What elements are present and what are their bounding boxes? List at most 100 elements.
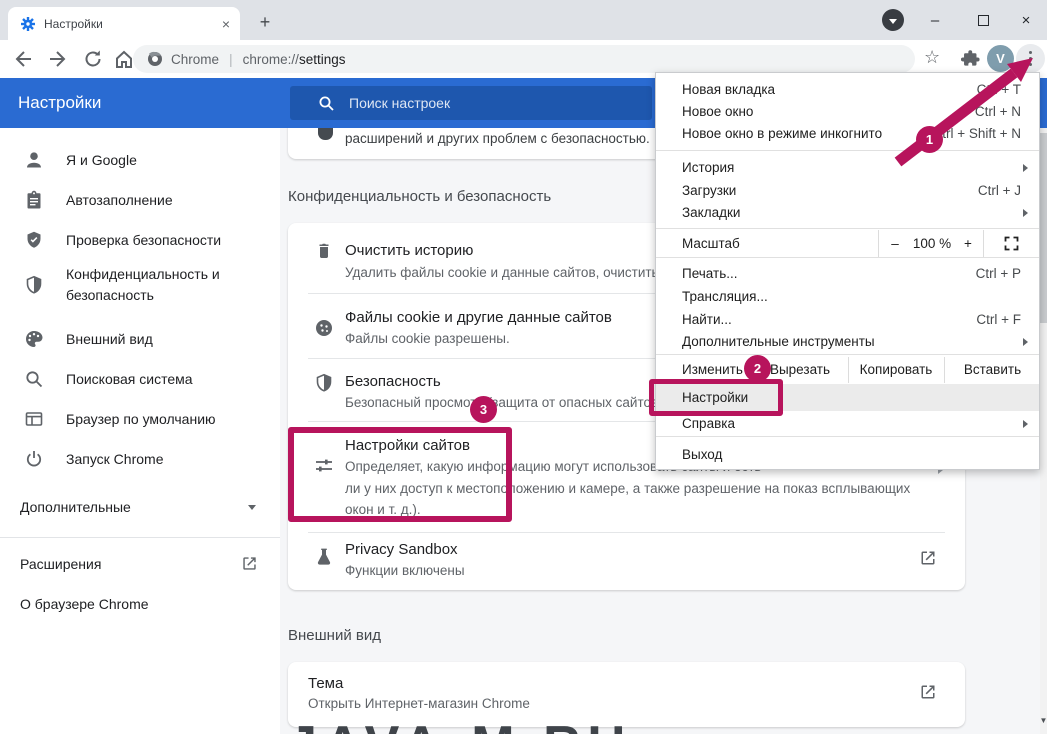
- zoom-out-button[interactable]: –: [886, 230, 904, 257]
- extensions-puzzle-icon[interactable]: [961, 49, 983, 71]
- fullscreen-icon[interactable]: [1004, 236, 1019, 251]
- row-subtitle: Файлы cookie разрешены.: [345, 331, 510, 346]
- row-title: Файлы cookie и другие данные сайтов: [345, 309, 612, 326]
- flask-icon: [314, 547, 336, 567]
- person-icon: [24, 150, 44, 170]
- chrome-logo-icon: [147, 51, 163, 67]
- divider: [656, 228, 1039, 229]
- menu-item-new-window[interactable]: Новое окноCtrl + N: [656, 101, 1039, 123]
- dot-icon: [1029, 63, 1033, 67]
- menu-item-exit[interactable]: Выход: [656, 444, 1039, 466]
- menu-item-history[interactable]: История: [656, 157, 1039, 179]
- trash-icon: [314, 240, 336, 260]
- row-title: Тема: [308, 675, 343, 692]
- window-maximize-button[interactable]: [962, 0, 1004, 40]
- sidebar-item-about-chrome[interactable]: О браузере Chrome: [0, 584, 280, 624]
- menu-item-help[interactable]: Справка: [656, 413, 1039, 435]
- highlight-rect-menu-settings: [649, 379, 783, 416]
- zoom-in-button[interactable]: +: [959, 230, 977, 257]
- bookmark-star-icon[interactable]: ☆: [924, 47, 940, 68]
- new-tab-button[interactable]: +: [252, 10, 278, 36]
- search-icon: [24, 369, 44, 389]
- settings-gear-favicon-icon: [20, 16, 36, 32]
- menu-item-print[interactable]: Печать...Ctrl + P: [656, 263, 1039, 285]
- tab-close-icon[interactable]: ×: [222, 17, 230, 31]
- sidebar-item-default-browser[interactable]: Браузер по умолчанию: [0, 399, 280, 439]
- maximize-icon: [978, 15, 989, 26]
- row-subtitle: Открыть Интернет-магазин Chrome: [308, 696, 530, 711]
- clipboard-icon: [24, 190, 44, 210]
- open-in-new-icon: [918, 682, 938, 702]
- row-title: Privacy Sandbox: [345, 541, 458, 558]
- watermark: JAVA-M.RU: [288, 716, 848, 734]
- cookie-icon: [314, 318, 336, 338]
- url-host: settings: [299, 52, 346, 67]
- home-icon[interactable]: [113, 48, 135, 70]
- menu-item-more-tools[interactable]: Дополнительные инструменты: [656, 331, 1039, 353]
- sidebar-item-extensions[interactable]: Расширения: [0, 544, 280, 584]
- step-badge-3: 3: [470, 396, 497, 423]
- safety-check-text: расширений и других проблем с безопаснос…: [345, 131, 650, 146]
- shield-half-icon: [24, 275, 44, 295]
- safety-check-shield-icon: [318, 126, 333, 140]
- zoom-value: 100 %: [906, 230, 958, 257]
- dot-icon: [1029, 51, 1033, 55]
- menu-item-copy[interactable]: Копировать: [848, 357, 944, 383]
- open-in-new-icon: [918, 548, 938, 568]
- search-placeholder: Поиск настроек: [349, 95, 450, 111]
- submenu-arrow-icon: [1023, 420, 1028, 428]
- sidebar-item-you-and-google[interactable]: Я и Google: [0, 140, 280, 180]
- divider: [983, 230, 984, 257]
- divider: [656, 354, 1039, 355]
- back-icon[interactable]: [12, 48, 34, 70]
- address-bar[interactable]: Chrome | chrome://settings: [133, 45, 915, 73]
- scrollbar-down-arrow-icon[interactable]: ▼: [1039, 716, 1047, 726]
- divider: [308, 532, 945, 533]
- open-in-new-icon: [240, 554, 260, 574]
- power-icon: [24, 449, 44, 469]
- menu-item-paste[interactable]: Вставить: [944, 357, 1041, 383]
- sidebar-item-autofill[interactable]: Автозаполнение: [0, 180, 280, 220]
- page-scrollbar[interactable]: [1040, 78, 1047, 734]
- palette-icon: [24, 329, 44, 349]
- sidebar-advanced-toggle[interactable]: Дополнительные: [0, 487, 280, 527]
- browser-menu-button[interactable]: [1016, 44, 1045, 73]
- row-title: Очистить историю: [345, 242, 473, 259]
- window-close-button[interactable]: ×: [1005, 0, 1047, 40]
- scrollbar-thumb[interactable]: [1040, 133, 1047, 323]
- menu-item-cast[interactable]: Трансляция...: [656, 286, 1039, 308]
- title-bar: Настройки × + – ×: [0, 0, 1047, 40]
- sidebar-item-appearance[interactable]: Внешний вид: [0, 319, 280, 359]
- shield-icon: [314, 373, 336, 393]
- settings-sidebar: Я и Google Автозаполнение Проверка безоп…: [0, 128, 280, 734]
- divider: [656, 150, 1039, 151]
- chevron-down-icon: [248, 505, 256, 510]
- sidebar-item-search-engine[interactable]: Поисковая система: [0, 359, 280, 399]
- menu-item-find[interactable]: Найти...Ctrl + F: [656, 309, 1039, 331]
- submenu-arrow-icon: [1023, 338, 1028, 346]
- forward-icon[interactable]: [47, 48, 69, 70]
- menu-item-bookmarks[interactable]: Закладки: [656, 202, 1039, 224]
- step-badge-1: 1: [916, 126, 943, 153]
- step-badge-2: 2: [744, 355, 771, 382]
- menu-item-new-tab[interactable]: Новая вкладкаCtrl + T: [656, 79, 1039, 101]
- reload-icon[interactable]: [82, 48, 104, 70]
- search-tabs-button[interactable]: [882, 9, 904, 31]
- sidebar-item-safety-check[interactable]: Проверка безопасности: [0, 220, 280, 260]
- window-minimize-button[interactable]: –: [914, 0, 956, 40]
- sidebar-item-on-startup[interactable]: Запуск Chrome: [0, 439, 280, 479]
- menu-item-incognito[interactable]: Новое окно в режиме инкогнитоCtrl + Shif…: [656, 123, 1039, 145]
- browser-tab[interactable]: Настройки ×: [8, 7, 240, 40]
- submenu-arrow-icon: [1023, 209, 1028, 217]
- menu-zoom-row: Масштаб – 100 % +: [656, 230, 1039, 257]
- search-icon: [318, 95, 335, 112]
- section-appearance-header: Внешний вид: [288, 627, 381, 644]
- menu-item-downloads[interactable]: ЗагрузкиCtrl + J: [656, 180, 1039, 202]
- settings-search-input[interactable]: Поиск настроек: [290, 86, 652, 120]
- tab-title: Настройки: [44, 17, 222, 31]
- settings-page-title: Настройки: [18, 78, 101, 128]
- shield-check-icon: [24, 230, 44, 250]
- highlight-rect-site-settings: [288, 427, 512, 522]
- profile-avatar[interactable]: V: [987, 45, 1014, 72]
- sidebar-item-privacy[interactable]: Конфиденциальность и безопасность: [0, 260, 280, 310]
